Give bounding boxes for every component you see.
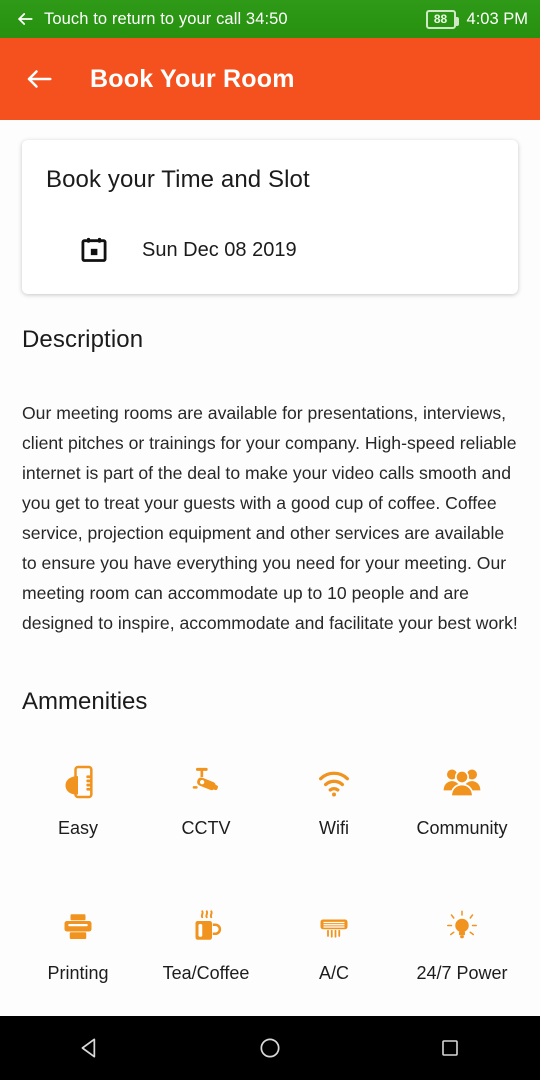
amenity-item-community[interactable]: Community [398,746,526,839]
hand-phone-icon [58,760,98,804]
amenities-grid: Easy CCTV Wifi Community Printing Tea/Co… [0,746,540,984]
app-root: Touch to return to your call 34:50 88 4:… [0,0,540,1080]
nav-back-icon[interactable] [58,1016,122,1080]
amenity-label: Wifi [319,818,349,838]
amenities-heading: Ammenities [22,688,148,715]
description-body: Our meeting rooms are available for pres… [22,403,518,633]
battery-level: 88 [433,12,448,26]
amenities-row: Printing Tea/Coffee A/C 24/7 Power [14,891,526,984]
amenity-item-power[interactable]: 24/7 Power [398,891,526,984]
coffee-cup-icon [188,905,224,949]
amenity-label: 24/7 Power [416,963,508,983]
air-conditioner-icon [316,905,352,949]
security-camera-icon [186,760,226,804]
scroll-content[interactable]: Book your Time and Slot Sun Dec 08 2019 … [0,120,540,1016]
battery-cap [455,16,459,26]
amenity-item-tea-coffee[interactable]: Tea/Coffee [142,891,270,984]
amenity-label: Easy [57,818,99,838]
amenity-label: A/C [318,963,349,983]
amenity-item-ac[interactable]: A/C [270,891,398,984]
page-title: Book Your Room [90,64,295,93]
people-group-icon [442,760,482,804]
selected-date: Sun Dec 08 2019 [142,238,297,261]
app-bar: Book Your Room [0,38,540,120]
arrow-left-icon[interactable] [12,6,38,32]
calendar-icon [80,236,108,264]
amenity-label: Printing [47,963,109,983]
amenity-item-cctv[interactable]: CCTV [142,746,270,839]
description-heading: Description [22,326,144,353]
booking-card-title: Book your Time and Slot [46,166,310,193]
nav-home-icon[interactable] [238,1016,302,1080]
status-bar[interactable]: Touch to return to your call 34:50 88 4:… [0,0,540,38]
booking-card: Book your Time and Slot Sun Dec 08 2019 [22,140,518,294]
wifi-icon [314,760,354,804]
android-navigation-bar [0,1016,540,1080]
light-bulb-icon [444,905,480,949]
amenity-item-wifi[interactable]: Wifi [270,746,398,839]
amenity-label: CCTV [181,818,231,838]
battery-icon: 88 [425,9,459,29]
amenity-label: Tea/Coffee [162,963,250,983]
back-button[interactable] [24,57,68,101]
nav-recents-icon[interactable] [418,1016,482,1080]
amenity-label: Community [416,818,508,838]
amenities-row: Easy CCTV Wifi Community [14,746,526,839]
printer-icon [60,905,96,949]
amenity-item-printing[interactable]: Printing [14,891,142,984]
call-return-text: Touch to return to your call 34:50 [44,9,288,28]
clock-text: 4:03 PM [466,9,528,28]
amenity-item-easy[interactable]: Easy [14,746,142,839]
status-bar-right: 88 4:03 PM [425,9,528,29]
date-picker-row[interactable]: Sun Dec 08 2019 [46,236,494,264]
